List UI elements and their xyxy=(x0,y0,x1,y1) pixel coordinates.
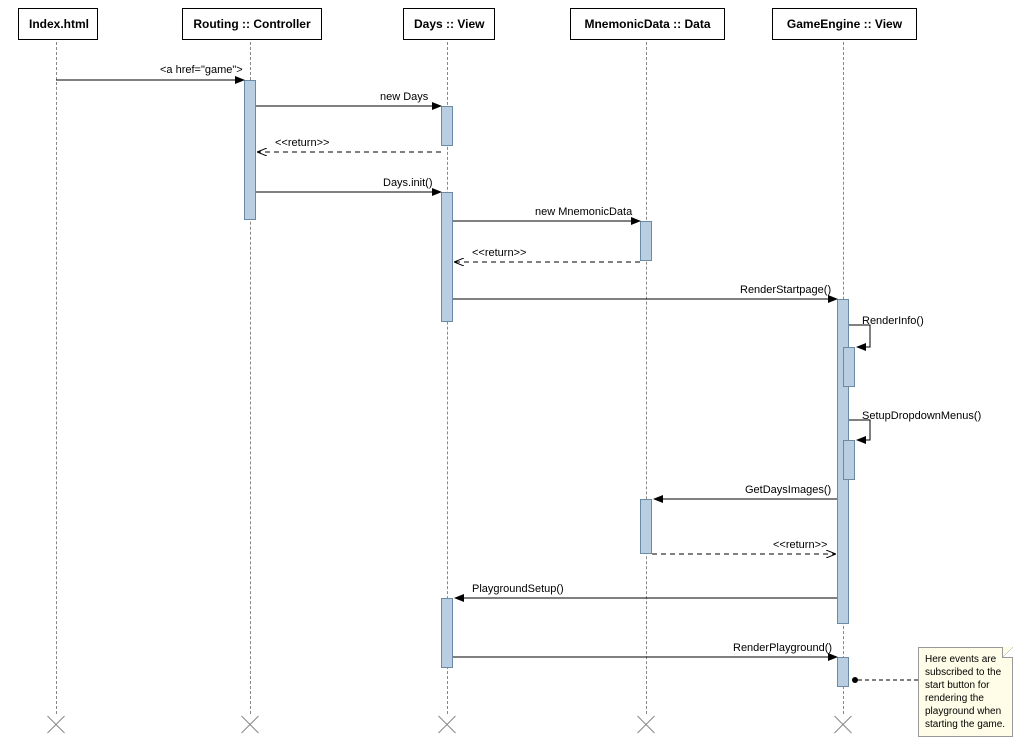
note-events: Here events are subscribed to the start … xyxy=(918,647,1013,737)
msg-return-1: <<return>> xyxy=(275,137,329,149)
msg-renderstartpage: RenderStartpage() xyxy=(740,284,831,296)
msg-setupdropdown: SetupDropdownMenus() xyxy=(862,410,981,422)
msg-new-mnemonic: new MnemonicData xyxy=(535,206,632,218)
msg-renderplayground: RenderPlayground() xyxy=(733,642,832,654)
msg-renderinfo: RenderInfo() xyxy=(862,315,924,327)
msg-playgroundsetup: PlaygroundSetup() xyxy=(472,583,564,595)
msg-getdaysimages: GetDaysImages() xyxy=(745,484,831,496)
arrows-layer xyxy=(0,0,1029,753)
msg-new-days: new Days xyxy=(380,91,428,103)
msg-days-init: Days.init() xyxy=(383,177,433,189)
msg-a-href: <a href="game"> xyxy=(160,64,243,76)
msg-return-2: <<return>> xyxy=(472,247,526,259)
msg-return-3: <<return>> xyxy=(773,539,827,551)
